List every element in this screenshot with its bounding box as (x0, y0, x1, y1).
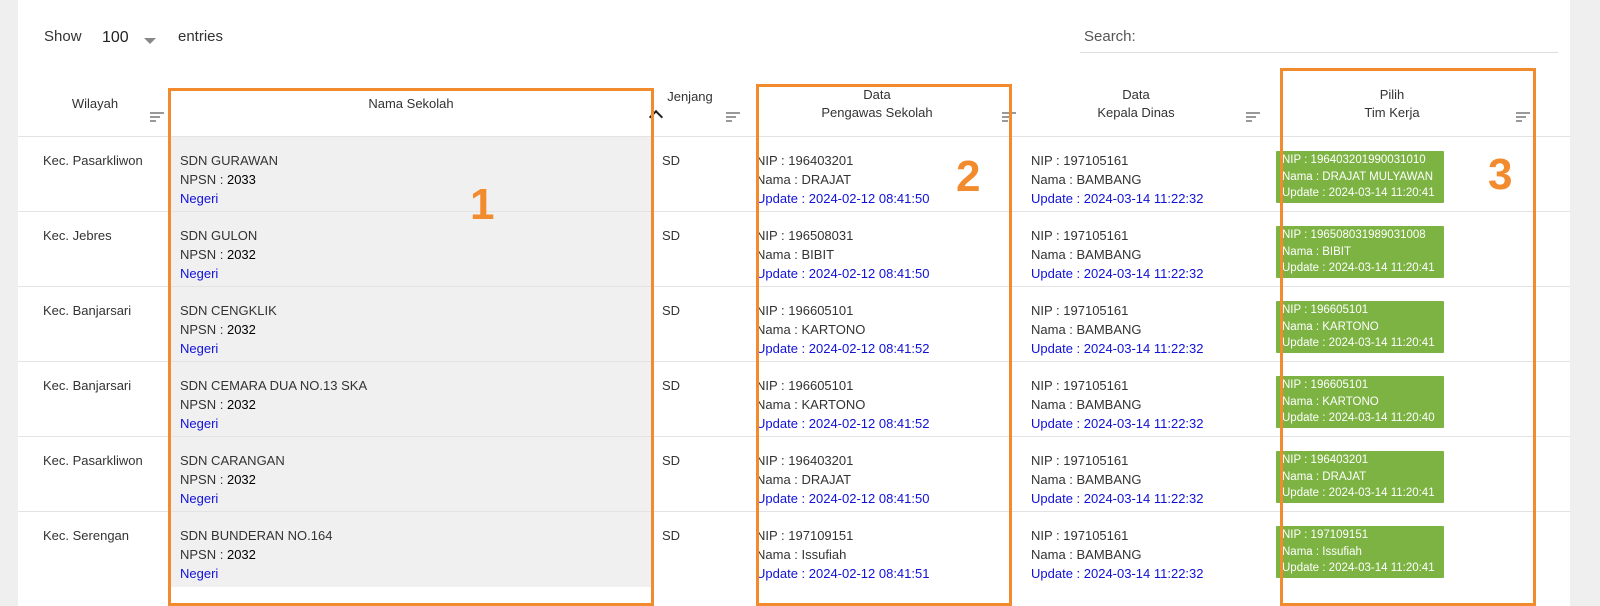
kepala-dinas-cell: NIP : 197105161 Nama : BAMBANG Update : 20… (1031, 228, 1204, 281)
jenjang-cell: SD (662, 528, 681, 543)
highlight-box-1 (168, 88, 654, 606)
chevron-down-icon (144, 38, 156, 44)
jenjang-cell: SD (662, 153, 681, 168)
wilayah-cell: Kec. Banjarsari (43, 303, 132, 318)
kepala-dinas-cell: NIP : 197105161 Nama : BAMBANG Update : 20… (1031, 453, 1204, 506)
jenjang-cell: SD (662, 303, 681, 318)
entries-label: entries (178, 28, 224, 45)
jenjang-cell: SD (662, 228, 681, 243)
header-jenjang[interactable]: Jenjang (660, 63, 720, 131)
kepala-dinas-cell: NIP : 197105161 Nama : BAMBANG Update : 20… (1031, 303, 1204, 356)
wilayah-cell: Kec. Serengan (43, 528, 130, 543)
kepala-dinas-cell: NIP : 197105161 Nama : BAMBANG Update : 20… (1031, 378, 1204, 431)
kepala-dinas-cell: NIP : 197105161 Nama : BAMBANG Update : 20… (1031, 528, 1204, 581)
jenjang-cell: SD (662, 378, 681, 393)
sort-icon[interactable] (150, 112, 164, 122)
annotation-number-3: 3 (1488, 150, 1513, 199)
search-underline (1080, 52, 1558, 53)
wilayah-cell: Kec. Pasarkliwon (43, 453, 143, 468)
search-label: Search: (1084, 28, 1136, 45)
wilayah-cell: Kec. Banjarsari (43, 378, 132, 393)
show-label: Show (44, 28, 82, 45)
kepala-dinas-cell: NIP : 197105161 Nama : BAMBANG Update : 20… (1031, 153, 1204, 206)
wilayah-cell: Kec. Jebres (43, 228, 112, 243)
header-wilayah[interactable]: Wilayah (38, 70, 152, 138)
entries-select-value: 100 (102, 29, 129, 46)
sort-icon[interactable] (1246, 112, 1260, 122)
annotation-number-2: 2 (956, 152, 981, 201)
sort-icon[interactable] (726, 112, 740, 122)
wilayah-cell: Kec. Pasarkliwon (43, 153, 143, 168)
data-table-panel: Show 100 entries Search: Wilayah Nama Se… (18, 0, 1570, 606)
table-toolbar: Show 100 entries Search: (18, 0, 1570, 70)
jenjang-cell: SD (662, 453, 681, 468)
header-data-kepala-dinas[interactable]: Data Kepala Dinas (1018, 70, 1254, 138)
search-input[interactable] (1144, 24, 1558, 52)
annotation-number-1: 1 (470, 180, 495, 229)
highlight-box-3 (1280, 68, 1536, 606)
entries-per-page-select[interactable]: 100 (102, 26, 164, 52)
